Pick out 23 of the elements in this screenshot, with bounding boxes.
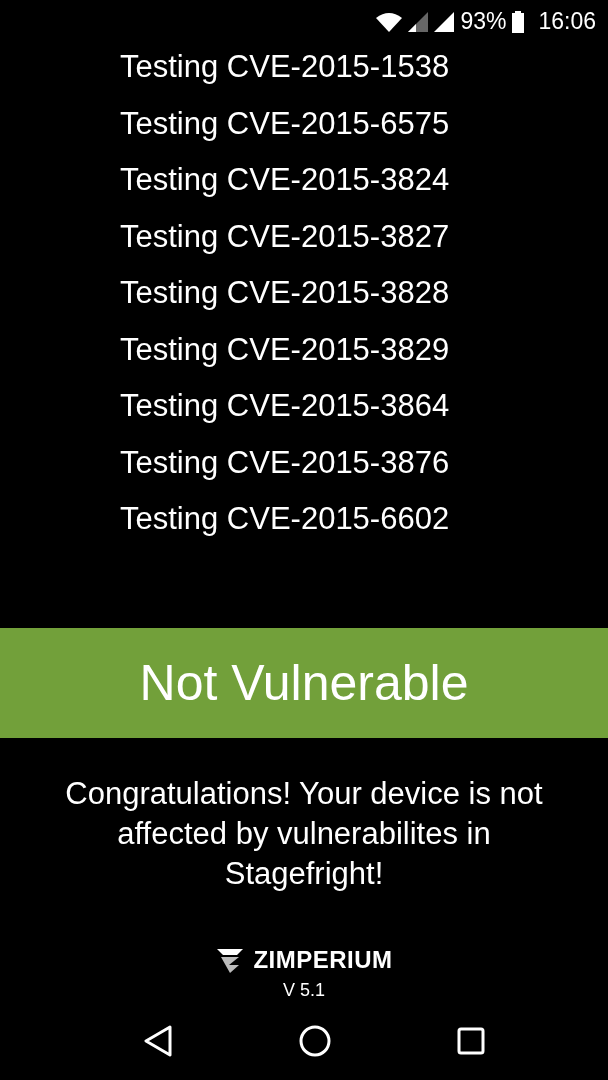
signal-icon [434, 11, 455, 32]
recents-icon[interactable] [457, 1026, 485, 1055]
battery-percent: 93% [460, 8, 507, 36]
brand-name: ZIMPERIUM [253, 946, 393, 975]
test-line: Testing CVE-2015-6575 [120, 104, 451, 143]
wifi-icon [376, 11, 403, 32]
result-message: Congratulations! Your device is not affected by vulnerabilites in Stagefright! [64, 775, 544, 894]
test-line: Testing CVE-2015-3827 [120, 217, 451, 256]
clock-time: 16:06 [538, 8, 596, 36]
home-icon[interactable] [299, 1024, 331, 1057]
back-icon[interactable] [143, 1024, 173, 1057]
test-line: Testing CVE-2015-6602 [120, 500, 451, 539]
result-title: Not Vulnerable [139, 654, 469, 713]
test-line: Testing CVE-2015-3876 [120, 443, 451, 482]
test-line: Testing CVE-2015-3829 [120, 330, 451, 369]
test-line: Testing CVE-2015-3864 [120, 387, 451, 426]
version-text: V 5.1 [282, 980, 326, 1002]
test-line: Testing CVE-2015-1538 [120, 48, 451, 87]
battery-icon [512, 10, 525, 33]
test-line: Testing CVE-2015-3828 [120, 274, 451, 313]
logo-icon [215, 947, 246, 974]
test-line: Testing CVE-2015-3824 [120, 161, 451, 200]
signal-icon [408, 11, 429, 32]
